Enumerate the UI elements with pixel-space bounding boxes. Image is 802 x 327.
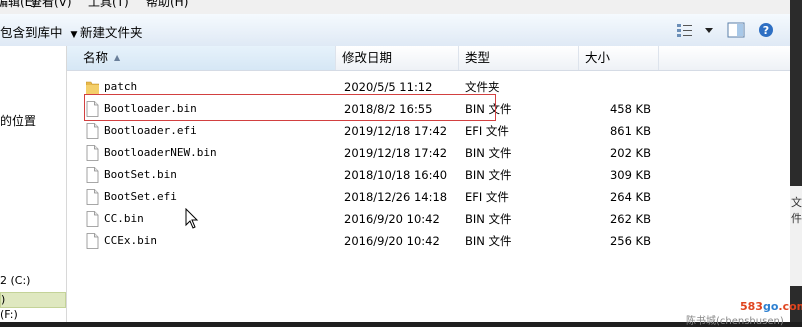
file-date: 2019/12/18 17:42 — [344, 146, 448, 160]
new-folder-button[interactable]: 新建文件夹 — [80, 22, 143, 41]
file-type: EFI 文件 — [465, 190, 509, 204]
file-icon — [86, 123, 99, 139]
file-size: 861 KB — [609, 124, 651, 138]
command-toolbar: 包含到库中 ▼ 新建文件夹 ? — [0, 14, 790, 47]
background-window-strip: 文件 — [790, 0, 802, 322]
column-header-size[interactable]: 大小 — [579, 46, 659, 70]
file-row[interactable]: CC.bin 2016/9/20 10:42 BIN 文件 262 KB — [67, 208, 790, 230]
file-row[interactable]: BootloaderNEW.bin 2019/12/18 17:42 BIN 文件 2… — [67, 142, 790, 164]
file-date: 2018/12/26 14:18 — [344, 190, 448, 204]
footer-caption: 陈书城(chenshusen) — [686, 316, 784, 327]
file-size: 309 KB — [609, 168, 651, 182]
preview-pane-icon[interactable] — [727, 22, 745, 38]
watermark-part2: go — [762, 300, 779, 313]
file-type: BIN 文件 — [465, 212, 512, 226]
column-header-bar: 名称 ▲ 修改日期 类型 大小 — [67, 46, 790, 71]
file-size: 458 KB — [609, 102, 651, 116]
file-icon — [86, 167, 99, 183]
menu-tools[interactable]: 工具(T) — [88, 0, 129, 10]
nav-location-text[interactable]: 的位置 — [0, 112, 36, 129]
explorer-window: 编辑(E) 查看(V) 工具(T) 帮助(H) 包含到库中 ▼ 新建文件夹 ? 的… — [0, 0, 790, 322]
view-dropdown-chevron-icon[interactable] — [704, 22, 714, 38]
new-folder-label: 新建文件夹 — [80, 25, 143, 40]
file-icon — [86, 211, 99, 227]
nav-drive-f[interactable]: (F:) — [0, 308, 66, 322]
chevron-down-icon: ▼ — [70, 30, 78, 40]
file-row[interactable]: CCEx.bin 2016/9/20 10:42 BIN 文件 256 KB — [67, 230, 790, 252]
view-options-icon[interactable] — [676, 22, 694, 38]
file-icon — [86, 233, 99, 249]
help-icon[interactable]: ? — [757, 22, 775, 38]
file-size: 256 KB — [609, 234, 651, 248]
file-size: 264 KB — [609, 190, 651, 204]
background-window-text: 文件 — [791, 196, 802, 225]
include-library-label: 包含到库中 — [0, 25, 63, 40]
background-window-edge: 文件 — [790, 186, 802, 286]
file-name: CCEx.bin — [104, 234, 157, 247]
file-list: 名称 ▲ 修改日期 类型 大小 patch 2020/5/5 11:12 文件夹 Boo… — [67, 46, 790, 322]
file-name: BootSet.bin — [104, 168, 177, 181]
include-in-library-button[interactable]: 包含到库中 ▼ — [0, 22, 77, 41]
sort-ascending-icon: ▲ — [114, 53, 121, 62]
file-icon — [86, 145, 99, 161]
folder-icon — [86, 81, 99, 95]
menu-bar: 编辑(E) 查看(V) 工具(T) 帮助(H) — [0, 0, 790, 14]
file-type: BIN 文件 — [465, 234, 512, 248]
svg-text:?: ? — [763, 24, 769, 37]
file-name: BootSet.efi — [104, 190, 177, 203]
column-header-type[interactable]: 类型 — [459, 46, 579, 70]
file-name: Bootloader.efi — [104, 124, 197, 137]
watermark-part3: .com — [778, 300, 802, 313]
file-type: EFI 文件 — [465, 124, 509, 138]
file-type: BIN 文件 — [465, 168, 512, 182]
file-date: 2016/9/20 10:42 — [344, 234, 440, 248]
column-header-date[interactable]: 修改日期 — [336, 46, 459, 70]
column-name-label: 名称 — [83, 50, 109, 65]
file-size: 202 KB — [609, 146, 651, 160]
watermark-logo: 583go.com — [740, 300, 802, 313]
watermark-part1: 583 — [740, 300, 763, 313]
file-name: BootloaderNEW.bin — [104, 146, 217, 159]
column-header-name[interactable]: 名称 ▲ — [67, 46, 336, 70]
file-date: 2019/12/18 17:42 — [344, 124, 448, 138]
file-size — [579, 76, 651, 98]
navigation-pane: 的位置 2 (C:) ) (F:) — [0, 46, 67, 322]
menu-view[interactable]: 查看(V) — [30, 0, 72, 10]
menu-help[interactable]: 帮助(H) — [146, 0, 188, 10]
file-name: CC.bin — [104, 212, 144, 225]
file-row[interactable]: Bootloader.efi 2019/12/18 17:42 EFI 文件 861 … — [67, 120, 790, 142]
file-icon — [86, 189, 99, 205]
file-row[interactable]: BootSet.bin 2018/10/18 16:40 BIN 文件 309 KB — [67, 164, 790, 186]
nav-drive-c[interactable]: 2 (C:) — [0, 274, 66, 290]
file-row[interactable]: BootSet.efi 2018/12/26 14:18 EFI 文件 264 KB — [67, 186, 790, 208]
file-date: 2018/10/18 16:40 — [344, 168, 448, 182]
file-date: 2016/9/20 10:42 — [344, 212, 440, 226]
mouse-cursor-icon — [185, 208, 199, 229]
file-size: 262 KB — [609, 212, 651, 226]
nav-selected-item[interactable]: ) — [0, 292, 66, 308]
file-type: BIN 文件 — [465, 146, 512, 160]
annotation-highlight-box — [84, 94, 496, 121]
